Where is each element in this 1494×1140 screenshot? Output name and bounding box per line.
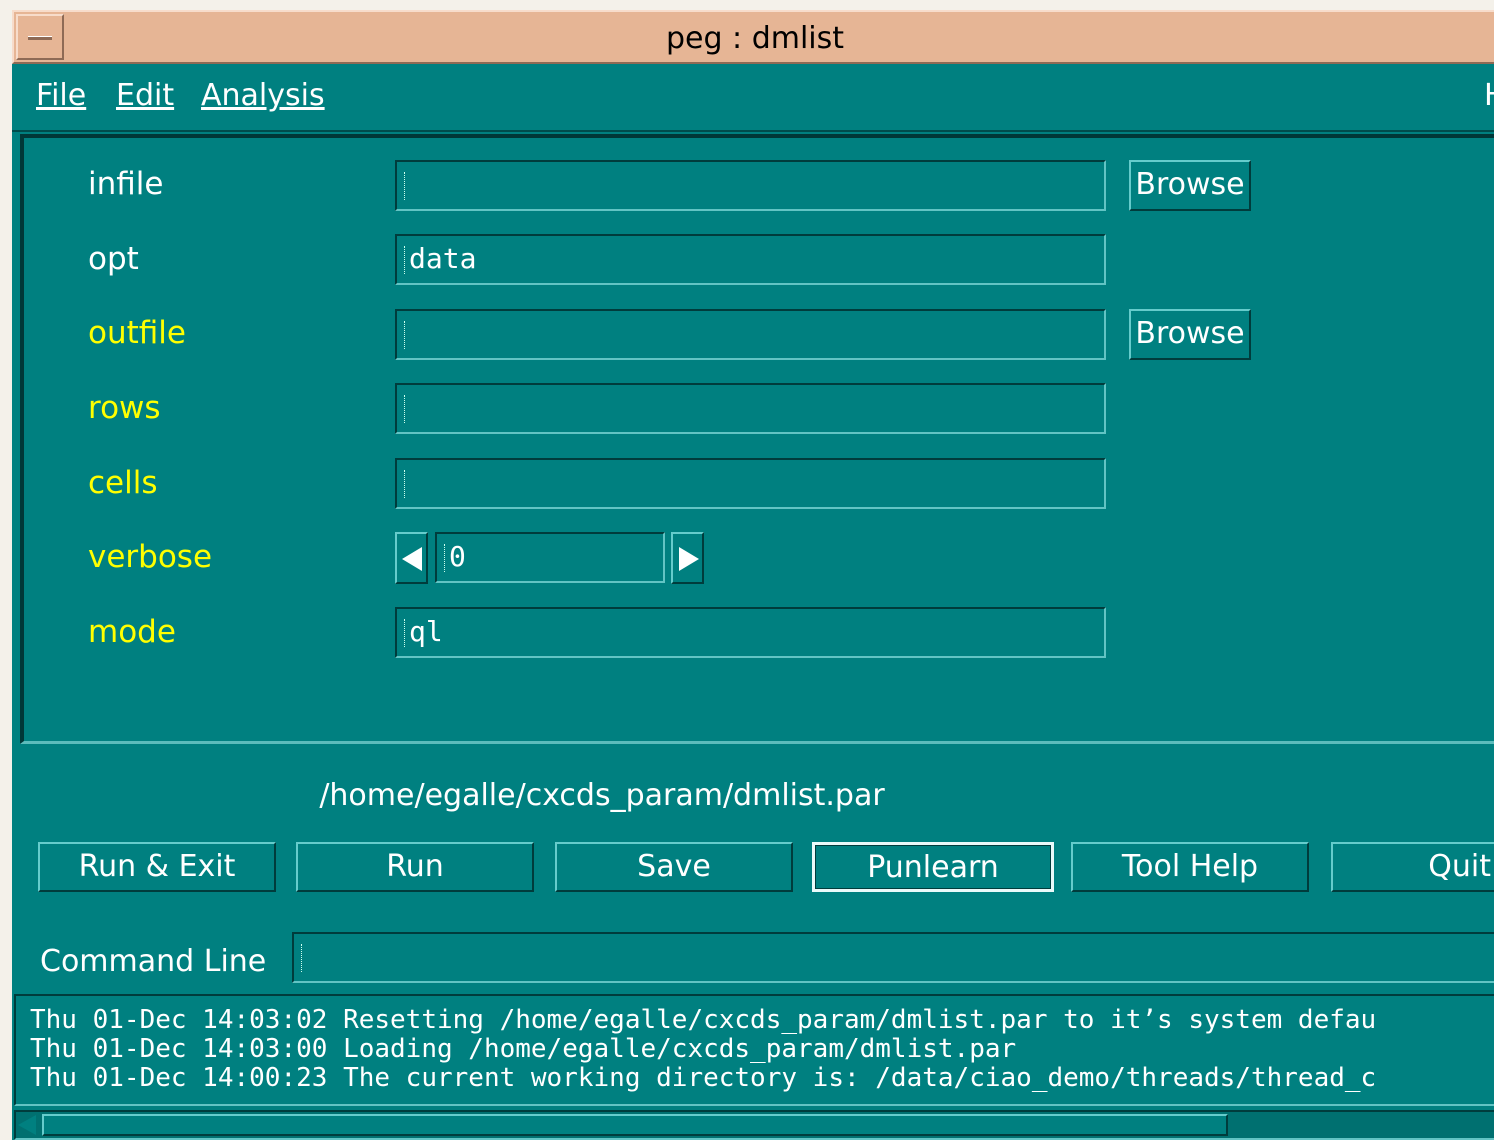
menu-bar: File Edit Analysis H: [12, 66, 1494, 132]
tool-help-button[interactable]: Tool Help: [1071, 842, 1309, 892]
menu-analysis[interactable]: Analysis: [201, 78, 325, 113]
param-input-rows[interactable]: [395, 383, 1106, 434]
punlearn-button[interactable]: Punlearn: [812, 842, 1054, 892]
text-cursor: [404, 246, 407, 274]
param-value-mode: ql: [409, 615, 443, 648]
text-cursor: [404, 321, 407, 349]
save-button[interactable]: Save: [555, 842, 793, 892]
peg-window: peg : dmlist File Edit Analysis H infile…: [12, 10, 1494, 1140]
menu-file[interactable]: File: [36, 78, 86, 113]
text-cursor: [404, 172, 407, 200]
right-arrow-icon: [679, 547, 699, 571]
left-arrow-icon: [402, 547, 422, 571]
text-cursor: [404, 395, 407, 423]
param-label-rows: rows: [88, 390, 161, 426]
text-cursor: [404, 470, 407, 498]
menu-edit-label: Edit: [116, 78, 175, 113]
scrollbar-thumb[interactable]: [42, 1114, 1228, 1136]
param-label-infile: infile: [88, 166, 164, 202]
title-bar[interactable]: peg : dmlist: [12, 10, 1494, 64]
text-cursor: [301, 944, 304, 972]
verbose-decrement-button[interactable]: [395, 532, 428, 584]
menu-analysis-label: Analysis: [201, 78, 325, 113]
window-title: peg : dmlist: [665, 21, 845, 56]
log-line: Thu 01-Dec 14:03:02 Resetting /home/egal…: [30, 1005, 1377, 1035]
command-line-input[interactable]: [292, 932, 1494, 983]
log-line: Thu 01-Dec 14:00:23 The current working …: [30, 1063, 1377, 1093]
horizontal-scrollbar[interactable]: [14, 1110, 1494, 1140]
text-cursor: [444, 544, 447, 572]
log-output: Thu 01-Dec 14:03:02 Resetting /home/egal…: [14, 994, 1494, 1106]
param-input-outfile[interactable]: [395, 309, 1106, 360]
param-value-verbose: 0: [449, 540, 466, 573]
param-input-opt[interactable]: data: [395, 234, 1106, 285]
param-file-path: /home/egalle/cxcds_param/dmlist.par: [319, 778, 885, 813]
param-label-opt: opt: [88, 241, 139, 277]
param-input-verbose[interactable]: 0: [435, 532, 665, 583]
param-value-opt: data: [409, 242, 477, 275]
run-button[interactable]: Run: [296, 842, 534, 892]
command-line-label: Command Line: [40, 944, 267, 979]
menu-file-label: File: [36, 78, 87, 113]
menu-edit[interactable]: Edit: [116, 78, 174, 113]
param-label-cells: cells: [88, 465, 158, 501]
scroll-left-icon[interactable]: [18, 1115, 36, 1135]
browse-button-infile[interactable]: Browse: [1129, 160, 1251, 211]
param-label-mode: mode: [88, 614, 176, 650]
param-input-mode[interactable]: ql: [395, 607, 1106, 658]
verbose-increment-button[interactable]: [671, 532, 704, 584]
log-line: Thu 01-Dec 14:03:00 Loading /home/egalle…: [30, 1034, 1017, 1064]
browse-button-outfile[interactable]: Browse: [1129, 309, 1251, 360]
text-cursor: [404, 619, 407, 647]
menu-help[interactable]: H: [1484, 78, 1494, 113]
param-input-cells[interactable]: [395, 458, 1106, 509]
param-label-verbose: verbose: [88, 539, 213, 575]
param-input-infile[interactable]: [395, 160, 1106, 211]
quit-button[interactable]: Quit: [1331, 842, 1494, 892]
param-label-outfile: outfile: [88, 315, 186, 351]
run-exit-button[interactable]: Run & Exit: [38, 842, 276, 892]
